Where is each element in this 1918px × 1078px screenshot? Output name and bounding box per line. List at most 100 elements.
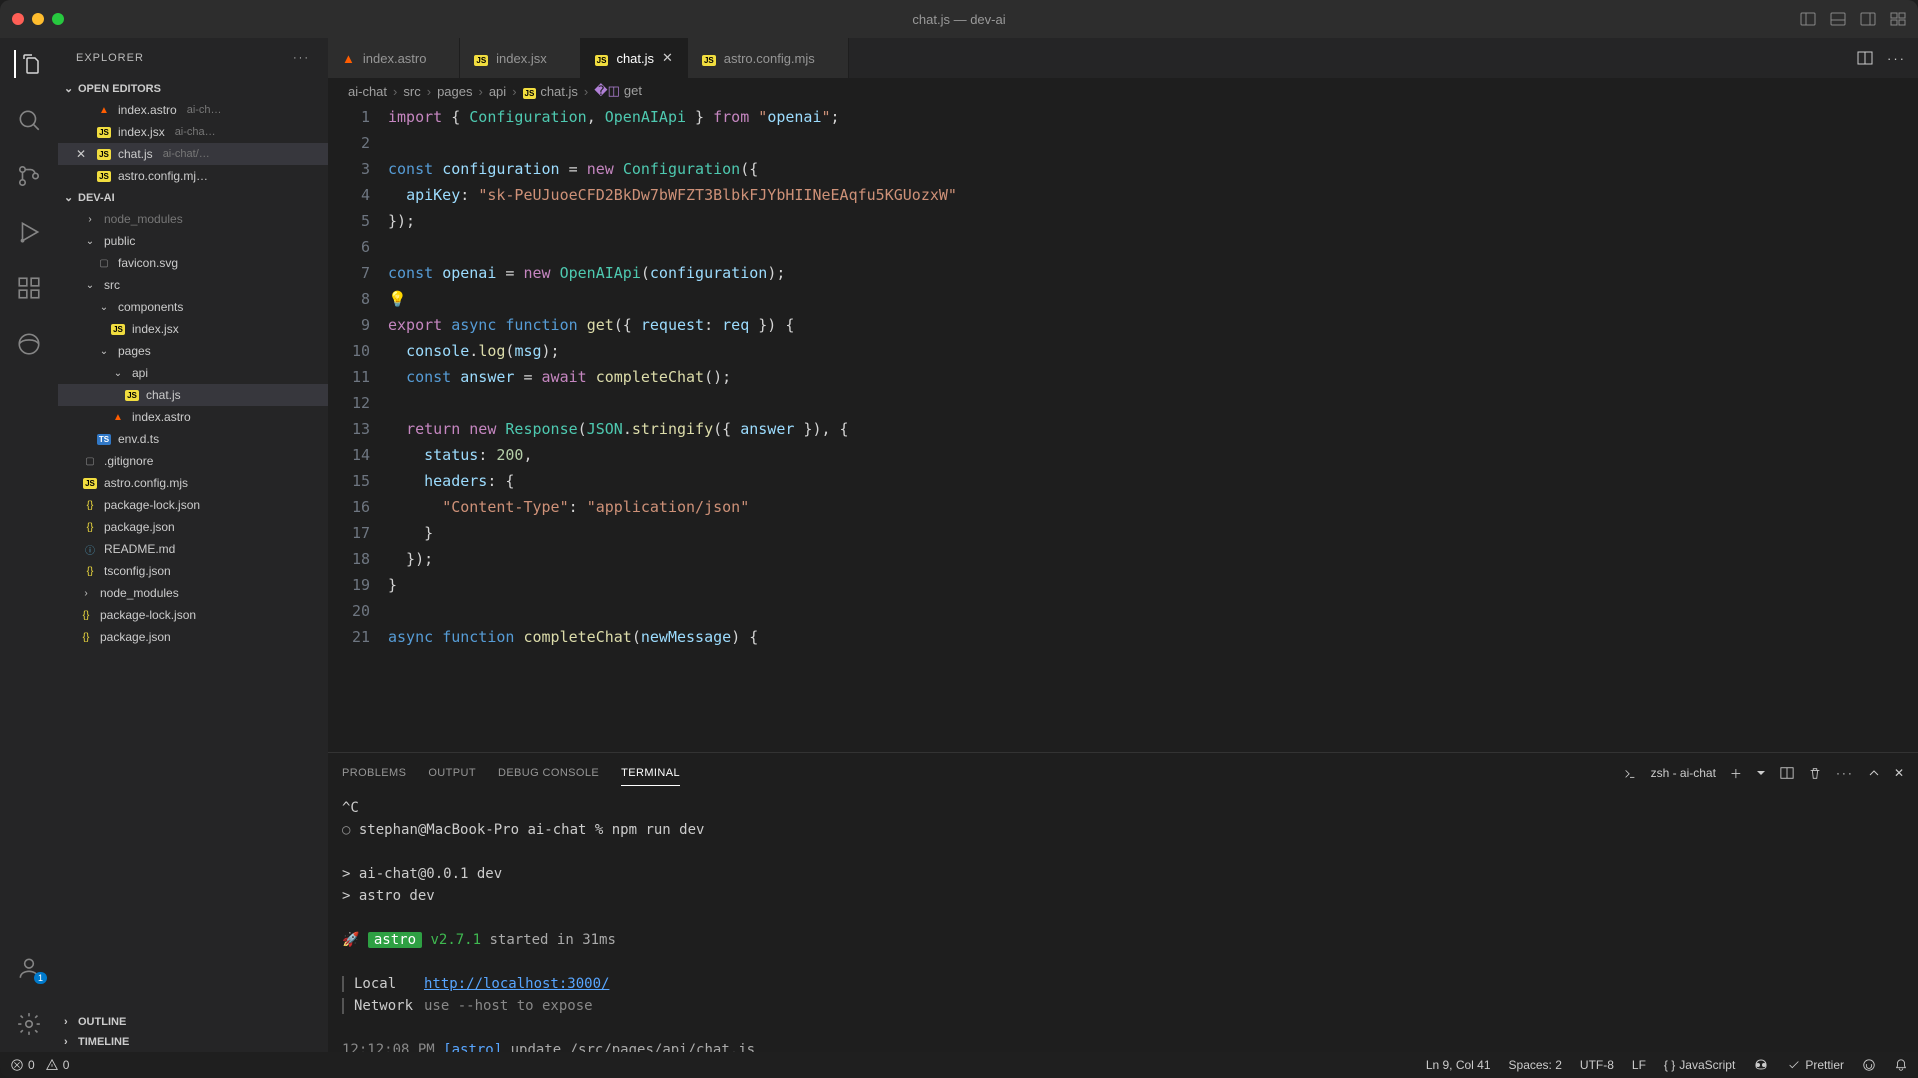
tree-item[interactable]: ›node_modules — [58, 208, 328, 230]
terminal-shell-label[interactable]: zsh - ai-chat — [1651, 766, 1716, 780]
tree-item[interactable]: ›node_modules — [58, 582, 328, 604]
tree-item[interactable]: JSastro.config.mjs — [58, 472, 328, 494]
tree-item[interactable]: {}package-lock.json — [58, 604, 328, 626]
breadcrumb-item[interactable]: pages — [437, 84, 472, 99]
local-url-link[interactable]: http://localhost:3000/ — [424, 976, 609, 992]
breadcrumb-item[interactable]: src — [403, 84, 420, 99]
chevron-right-icon: › — [82, 211, 98, 227]
terminal-output[interactable]: ^C○ stephan@MacBook-Pro ai-chat % npm ru… — [328, 789, 1918, 1052]
new-terminal-icon[interactable]: ＋ — [1730, 765, 1742, 782]
tree-item[interactable]: {}package.json — [58, 626, 328, 648]
tree-item-label: package-lock.json — [104, 498, 200, 512]
open-editors-label: OPEN EDITORS — [78, 83, 161, 95]
split-editor-icon[interactable] — [1857, 50, 1873, 66]
close-panel-icon[interactable]: ✕ — [1894, 766, 1904, 780]
more-icon[interactable]: ··· — [293, 52, 310, 64]
outline-header[interactable]: › OUTLINE — [58, 1012, 328, 1032]
workspace-header[interactable]: ⌄ DEV-AI — [58, 187, 328, 208]
editor-tab[interactable]: JSindex.jsx✕ — [460, 38, 580, 78]
status-feedback-icon[interactable] — [1862, 1058, 1876, 1072]
maximize-panel-icon[interactable] — [1868, 767, 1880, 779]
open-editor-item[interactable]: JSastro.config.mj… — [58, 165, 328, 187]
status-cursor[interactable]: Ln 9, Col 41 — [1426, 1058, 1491, 1072]
open-editor-item[interactable]: ✕JSchat.jsai-chat/… — [58, 143, 328, 165]
minimize-window-icon[interactable] — [32, 13, 44, 25]
tree-item[interactable]: ▲index.astro — [58, 406, 328, 428]
accounts-icon[interactable] — [15, 954, 43, 982]
code-editor[interactable]: 123456789101112131415161718192021 import… — [328, 104, 1918, 752]
more-actions-icon[interactable]: ··· — [1887, 51, 1906, 66]
panel-tab[interactable]: DEBUG CONSOLE — [498, 761, 599, 785]
tree-item[interactable]: JSchat.js — [58, 384, 328, 406]
edge-tools-icon[interactable] — [15, 330, 43, 358]
layout-toggle-panel-icon[interactable] — [1830, 11, 1846, 27]
panel-tab[interactable]: PROBLEMS — [342, 761, 406, 785]
workspace-label: DEV-AI — [78, 192, 115, 204]
timeline-label: TIMELINE — [78, 1036, 129, 1048]
source-control-icon[interactable] — [15, 162, 43, 190]
settings-gear-icon[interactable] — [15, 1010, 43, 1038]
chevron-right-icon: › — [478, 84, 482, 99]
panel-tab[interactable]: TERMINAL — [621, 761, 680, 786]
status-prettier[interactable]: Prettier — [1787, 1058, 1844, 1072]
breadcrumb-item[interactable]: api — [489, 84, 506, 99]
status-warnings[interactable]: 0 — [45, 1058, 70, 1072]
tree-item[interactable]: {}package-lock.json — [58, 494, 328, 516]
status-bell-icon[interactable] — [1894, 1058, 1908, 1072]
extensions-icon[interactable] — [15, 274, 43, 302]
status-eol[interactable]: LF — [1632, 1058, 1646, 1072]
tree-item[interactable]: {}tsconfig.json — [58, 560, 328, 582]
status-errors[interactable]: 0 — [10, 1058, 35, 1072]
tree-item[interactable]: JSindex.jsx — [58, 318, 328, 340]
status-encoding[interactable]: UTF-8 — [1580, 1058, 1614, 1072]
editor-tab[interactable]: JSastro.config.mjs✕ — [688, 38, 849, 78]
close-tab-icon[interactable]: ✕ — [662, 50, 673, 66]
tree-item[interactable]: ⌄pages — [58, 340, 328, 362]
tree-item[interactable]: TSenv.d.ts — [58, 428, 328, 450]
explorer-icon[interactable] — [14, 50, 42, 78]
search-icon[interactable] — [15, 106, 43, 134]
breadcrumbs[interactable]: ai-chat›src›pages›api›JSchat.js›�◫get — [328, 78, 1918, 104]
tree-item[interactable]: ▢favicon.svg — [58, 252, 328, 274]
status-language-label: JavaScript — [1679, 1058, 1735, 1072]
run-debug-icon[interactable] — [15, 218, 43, 246]
terminal-launch-profile-icon[interactable] — [1623, 766, 1637, 780]
tree-item[interactable]: ⌄api — [58, 362, 328, 384]
breadcrumb-item[interactable]: JSchat.js — [523, 84, 578, 99]
maximize-window-icon[interactable] — [52, 13, 64, 25]
terminal-line — [342, 841, 1904, 863]
panel-tab[interactable]: OUTPUT — [428, 761, 476, 785]
tree-item[interactable]: ▢.gitignore — [58, 450, 328, 472]
tree-item[interactable]: ⌄public — [58, 230, 328, 252]
terminal-dropdown-icon[interactable] — [1756, 768, 1766, 778]
editor-tab[interactable]: JSchat.js✕ — [581, 38, 688, 78]
split-terminal-icon[interactable] — [1780, 766, 1794, 780]
kill-terminal-icon[interactable] — [1808, 766, 1822, 780]
layout-toggle-primary-icon[interactable] — [1800, 11, 1816, 27]
breadcrumb-item[interactable]: �◫get — [594, 83, 642, 99]
open-editors-header[interactable]: ⌄ OPEN EDITORS — [58, 78, 328, 99]
more-terminal-icon[interactable]: ··· — [1836, 766, 1854, 780]
tree-item[interactable]: ⌄src — [58, 274, 328, 296]
timeline-header[interactable]: › TIMELINE — [58, 1032, 328, 1052]
file-name: index.astro — [118, 103, 177, 117]
tree-item-label: env.d.ts — [118, 432, 159, 446]
open-editor-item[interactable]: JSindex.jsxai-cha… — [58, 121, 328, 143]
editor-tab[interactable]: ▲index.astro✕ — [328, 38, 460, 78]
astro-file-icon: ▲ — [96, 102, 112, 118]
tree-item[interactable]: ⓘREADME.md — [58, 538, 328, 560]
close-window-icon[interactable] — [12, 13, 24, 25]
customize-layout-icon[interactable] — [1890, 11, 1906, 27]
status-language[interactable]: { } JavaScript — [1664, 1058, 1735, 1072]
terminal-line — [342, 907, 1904, 929]
layout-toggle-secondary-icon[interactable] — [1860, 11, 1876, 27]
status-indent[interactable]: Spaces: 2 — [1509, 1058, 1562, 1072]
js-file-icon: JS — [595, 51, 609, 66]
tree-item-label: favicon.svg — [118, 256, 178, 270]
tree-item[interactable]: {}package.json — [58, 516, 328, 538]
close-icon[interactable]: ✕ — [76, 147, 90, 161]
status-copilot-icon[interactable] — [1753, 1057, 1769, 1073]
tree-item[interactable]: ⌄components — [58, 296, 328, 318]
breadcrumb-item[interactable]: ai-chat — [348, 84, 387, 99]
open-editor-item[interactable]: ▲index.astroai-ch… — [58, 99, 328, 121]
